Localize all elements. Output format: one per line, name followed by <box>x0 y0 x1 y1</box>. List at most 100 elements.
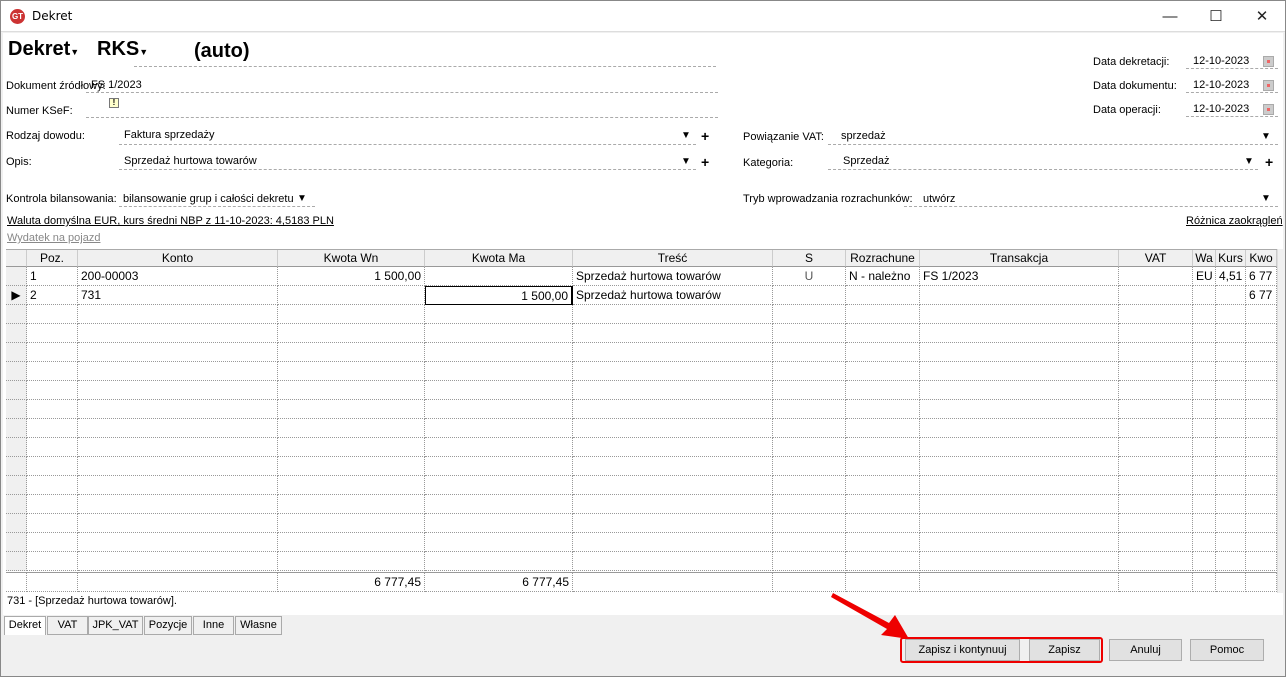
cell-kwota-wn[interactable] <box>278 286 425 305</box>
cell-s[interactable] <box>773 476 846 495</box>
tab-vat[interactable]: VAT <box>47 616 88 635</box>
cell-waluta[interactable] <box>1193 286 1216 305</box>
cell-kurs[interactable] <box>1216 381 1246 400</box>
tryb-select[interactable]: utwórz <box>923 193 955 205</box>
tab-dekret[interactable]: Dekret <box>4 616 46 635</box>
cell-kurs[interactable]: 4,51 <box>1216 267 1246 286</box>
cell-kwota-ma[interactable] <box>425 419 573 438</box>
cell-poz[interactable] <box>27 362 78 381</box>
row-indicator[interactable] <box>6 514 27 533</box>
cell-waluta[interactable] <box>1193 476 1216 495</box>
cell-konto[interactable] <box>78 400 278 419</box>
cell-vat[interactable] <box>1119 381 1193 400</box>
minimize-button[interactable]: — <box>1147 1 1193 32</box>
cell-rozrachune[interactable] <box>846 514 920 533</box>
cell-konto[interactable]: 731 <box>78 286 278 305</box>
data-dekretacji-field[interactable]: 12-10-2023 <box>1193 55 1249 67</box>
cell-kwota-wn[interactable] <box>278 305 425 324</box>
cell-s[interactable] <box>773 533 846 552</box>
cell-vat[interactable] <box>1119 343 1193 362</box>
cell-kwota-wn[interactable] <box>278 552 425 571</box>
column-header-transakcja[interactable]: Transakcja <box>920 250 1119 267</box>
entries-grid[interactable]: Poz. Konto Kwota Wn Kwota Ma Treść S Rozrachun… <box>6 249 1278 593</box>
cell-kurs[interactable] <box>1216 457 1246 476</box>
cell-transakcja[interactable] <box>920 419 1119 438</box>
row-indicator[interactable]: ▶ <box>6 286 27 305</box>
cell-konto[interactable] <box>78 514 278 533</box>
cell-poz[interactable] <box>27 514 78 533</box>
cell-kwota[interactable] <box>1246 495 1277 514</box>
cell-kwota[interactable] <box>1246 324 1277 343</box>
cell-tresc[interactable] <box>573 324 773 343</box>
cell-kwota-wn[interactable] <box>278 400 425 419</box>
cell-kwota-ma[interactable] <box>425 457 573 476</box>
cell-transakcja[interactable] <box>920 286 1119 305</box>
cell-kurs[interactable] <box>1216 533 1246 552</box>
row-indicator[interactable] <box>6 495 27 514</box>
dropdown-arrow-icon[interactable]: ▼ <box>681 130 691 141</box>
dropdown-arrow-icon[interactable]: ▼ <box>1261 131 1271 142</box>
column-header-tresc[interactable]: Treść <box>573 250 773 267</box>
cell-rozrachune[interactable] <box>846 495 920 514</box>
cell-s[interactable] <box>773 362 846 381</box>
row-indicator[interactable] <box>6 438 27 457</box>
cell-s[interactable] <box>773 495 846 514</box>
cell-tresc[interactable] <box>573 381 773 400</box>
ksef-field[interactable] <box>86 117 718 118</box>
cell-transakcja[interactable] <box>920 438 1119 457</box>
cell-kwota[interactable] <box>1246 457 1277 476</box>
cell-s[interactable] <box>773 419 846 438</box>
currency-link[interactable]: Waluta domyślna EUR, kurs średni NBP z 1… <box>7 215 334 227</box>
cell-rozrachune[interactable]: N - należno <box>846 267 920 286</box>
cell-kwota[interactable] <box>1246 419 1277 438</box>
cell-konto[interactable] <box>78 343 278 362</box>
cell-transakcja[interactable] <box>920 381 1119 400</box>
cell-waluta[interactable] <box>1193 438 1216 457</box>
cell-kurs[interactable] <box>1216 552 1246 571</box>
cell-transakcja[interactable] <box>920 362 1119 381</box>
cell-kwota-ma[interactable] <box>425 381 573 400</box>
cell-tresc[interactable] <box>573 514 773 533</box>
cell-poz[interactable] <box>27 400 78 419</box>
dropdown-arrow-icon[interactable]: ▼ <box>1261 193 1271 204</box>
cell-s[interactable] <box>773 324 846 343</box>
cell-poz[interactable] <box>27 419 78 438</box>
cell-kwota-wn[interactable] <box>278 343 425 362</box>
cell-kwota-wn[interactable] <box>278 362 425 381</box>
cell-rozrachune[interactable] <box>846 324 920 343</box>
cell-vat[interactable] <box>1119 305 1193 324</box>
cell-vat[interactable] <box>1119 495 1193 514</box>
row-indicator[interactable] <box>6 362 27 381</box>
cell-poz[interactable] <box>27 457 78 476</box>
data-operacji-field[interactable]: 12-10-2023 <box>1193 103 1249 115</box>
cell-kwota-wn[interactable] <box>278 457 425 476</box>
cell-poz[interactable] <box>27 533 78 552</box>
cell-waluta[interactable] <box>1193 343 1216 362</box>
cell-kurs[interactable] <box>1216 438 1246 457</box>
cell-kurs[interactable] <box>1216 514 1246 533</box>
journal-dropdown[interactable]: RKS▼ <box>97 38 148 61</box>
cell-poz[interactable]: 2 <box>27 286 78 305</box>
cell-konto[interactable] <box>78 457 278 476</box>
cell-kurs[interactable] <box>1216 286 1246 305</box>
row-indicator[interactable] <box>6 533 27 552</box>
cell-kurs[interactable] <box>1216 305 1246 324</box>
cell-rozrachune[interactable] <box>846 438 920 457</box>
cell-kwota[interactable] <box>1246 305 1277 324</box>
cell-poz[interactable] <box>27 552 78 571</box>
cell-transakcja[interactable] <box>920 400 1119 419</box>
cell-s[interactable] <box>773 286 846 305</box>
cell-kwota-wn[interactable] <box>278 419 425 438</box>
column-header-vat[interactable]: VAT <box>1119 250 1193 267</box>
column-header-poz[interactable]: Poz. <box>27 250 78 267</box>
cell-waluta[interactable] <box>1193 362 1216 381</box>
cell-s[interactable] <box>773 438 846 457</box>
column-header-kwota-wn[interactable]: Kwota Wn <box>278 250 425 267</box>
cell-transakcja[interactable] <box>920 552 1119 571</box>
cell-vat[interactable] <box>1119 533 1193 552</box>
cell-kurs[interactable] <box>1216 476 1246 495</box>
cell-tresc[interactable] <box>573 495 773 514</box>
cell-waluta[interactable] <box>1193 305 1216 324</box>
cell-rozrachune[interactable] <box>846 419 920 438</box>
cell-konto[interactable] <box>78 362 278 381</box>
